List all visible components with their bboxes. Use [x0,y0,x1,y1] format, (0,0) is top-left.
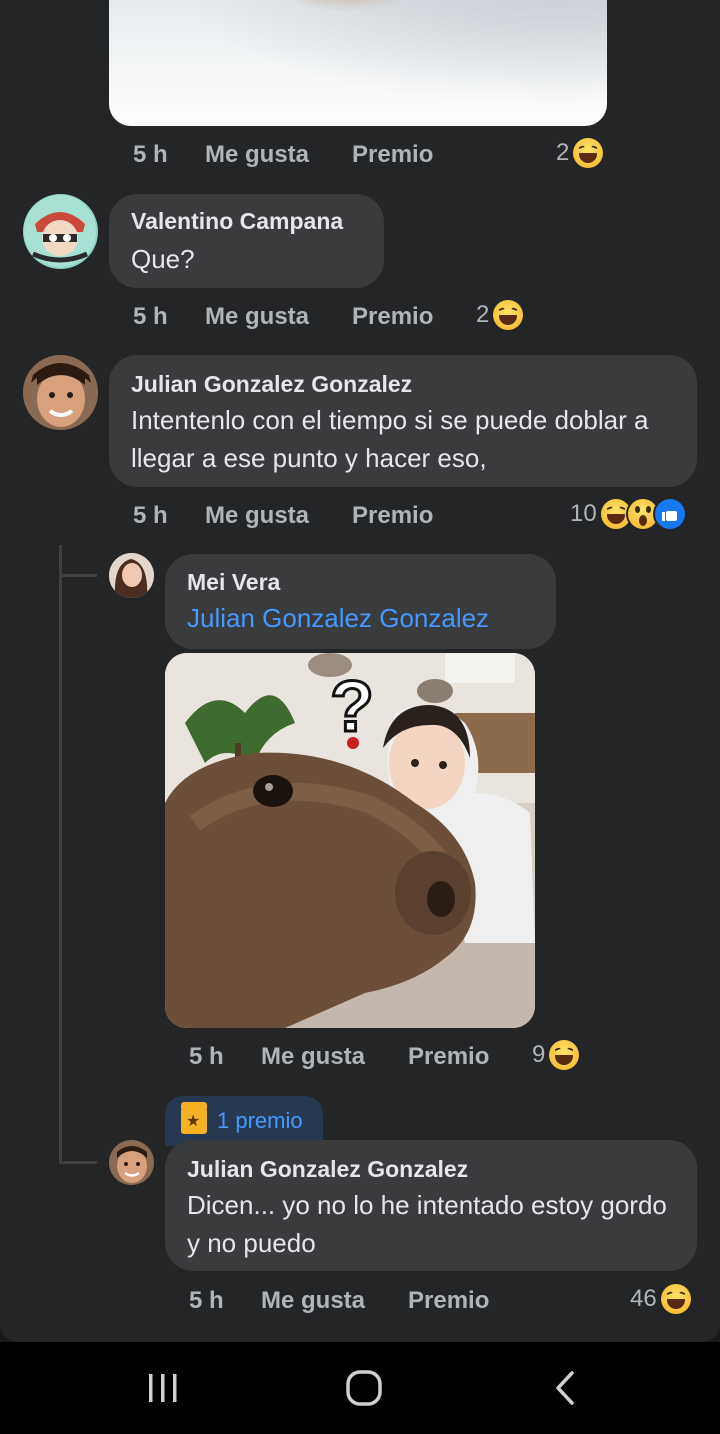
avatar[interactable] [23,194,98,269]
reaction-summary[interactable]: 46 [630,1282,691,1316]
comment-actions: 5 h Me gusta Premio [133,502,453,532]
reaction-summary[interactable]: 10 [570,497,685,531]
reply-connector [59,574,97,577]
reply-time: 5 h [189,1287,224,1314]
reply-bubble[interactable]: Julian Gonzalez Gonzalez Dicen... yo no … [165,1140,697,1271]
comment-time: 5 h [133,303,168,330]
comment-author[interactable]: Valentino Campana [131,208,343,235]
award-button[interactable]: Premio [408,1287,489,1315]
reaction-count: 46 [630,1285,657,1312]
haha-reaction-icon [549,1040,580,1070]
haha-reaction-icon [660,1284,691,1314]
reply-actions: 5 h Me gusta Premio [189,1043,509,1073]
comment-actions: 5 h Me gusta Premio [133,303,453,333]
like-button[interactable]: Me gusta [261,1287,365,1315]
comment-time: 5 h [133,141,168,168]
mention-link[interactable]: Julian Gonzalez Gonzalez [187,603,489,634]
reply-time: 5 h [189,1043,224,1070]
reply-image[interactable]: ? [165,653,535,1028]
reply-actions: 5 h Me gusta Premio [189,1287,509,1317]
home-icon[interactable] [344,1370,384,1406]
avatar[interactable] [23,355,98,430]
haha-reaction-icon [573,138,604,168]
comment-text: Que? [131,244,195,274]
reaction-count: 9 [532,1041,546,1068]
avatar[interactable] [109,1140,154,1185]
award-button[interactable]: Premio [352,502,433,530]
comment-text: Intentenlo con el tiempo si se puede dob… [131,405,649,473]
wow-reaction-icon [627,499,658,529]
reaction-summary[interactable]: 9 [532,1038,580,1072]
like-button[interactable]: Me gusta [205,303,309,331]
system-navigation-bar [0,1342,720,1434]
avatar[interactable] [109,553,154,598]
comment-time: 5 h [133,502,168,529]
reaction-summary[interactable]: 2 [556,136,604,170]
previous-comment-image[interactable] [109,0,607,126]
comment-bubble[interactable]: Valentino Campana Que? [109,194,384,288]
gift-icon [181,1102,207,1134]
award-button[interactable]: Premio [352,141,433,169]
haha-reaction-icon [493,300,524,330]
award-badge[interactable]: 1 premio [165,1096,323,1146]
reply-thread-line [59,545,62,1163]
like-button[interactable]: Me gusta [205,502,309,530]
reply-text: Dicen... yo no lo he intentado estoy gor… [187,1190,667,1258]
reaction-count: 2 [476,301,490,328]
reply-author[interactable]: Julian Gonzalez Gonzalez [187,1156,468,1183]
image-question-mark: ? [330,667,374,747]
reply-author[interactable]: Mei Vera [187,569,280,596]
award-button[interactable]: Premio [408,1043,489,1071]
reply-bubble[interactable]: Mei Vera Julian Gonzalez Gonzalez [165,554,556,649]
back-icon[interactable] [546,1370,586,1406]
comment-actions: 5 h Me gusta Premio [133,141,453,171]
like-button[interactable]: Me gusta [205,141,309,169]
reaction-count: 10 [570,500,597,527]
like-button[interactable]: Me gusta [261,1043,365,1071]
reaction-count: 2 [556,139,570,166]
reply-connector [59,1161,97,1164]
recent-apps-icon[interactable] [143,1370,183,1406]
reaction-summary[interactable]: 2 [476,298,524,332]
award-button[interactable]: Premio [352,303,433,331]
comment-bubble[interactable]: Julian Gonzalez Gonzalez Intentenlo con … [109,355,697,487]
comment-author[interactable]: Julian Gonzalez Gonzalez [131,371,412,398]
like-reaction-icon [654,499,685,529]
comments-page: 5 h Me gusta Premio 2 Valentino Campana … [0,0,720,1342]
haha-reaction-icon [600,499,631,529]
award-badge-label: 1 premio [217,1108,303,1133]
